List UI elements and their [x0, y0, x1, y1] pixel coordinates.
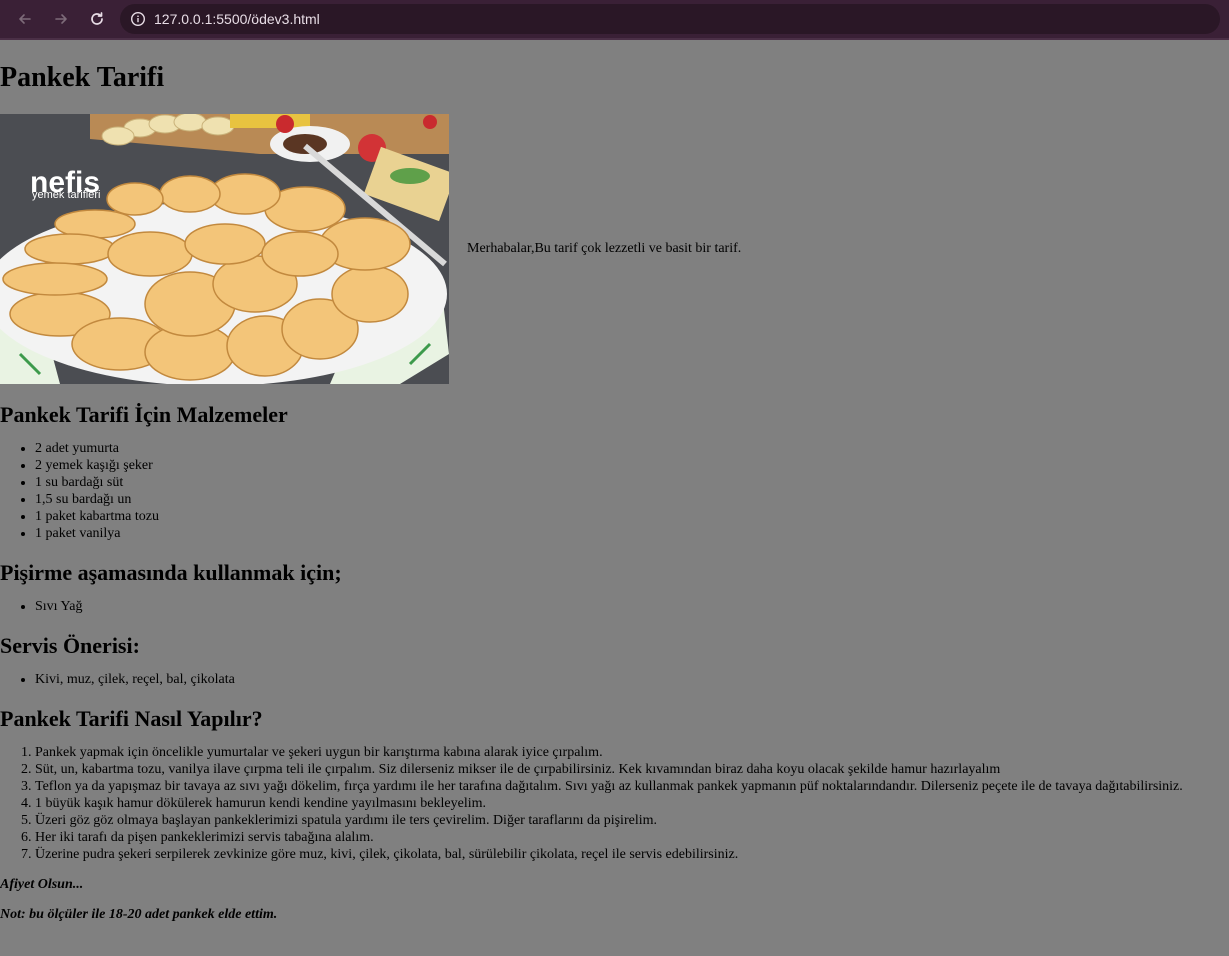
url-text[interactable]: 127.0.0.1:5500/ödev3.html — [154, 11, 320, 27]
page-title: Pankek Tarifi — [0, 62, 165, 93]
logo-subtext: yemek tarifleri — [32, 189, 100, 201]
intro-row: nefis yemek tarifleri Merhabalar,Bu tari… — [0, 114, 1229, 384]
forward-button[interactable] — [44, 3, 78, 35]
step-item: Üzeri göz göz olmaya başlayan pankekleri… — [35, 812, 1229, 829]
info-icon[interactable] — [130, 11, 146, 27]
steps-list: Pankek yapmak için öncelikle yumurtalar … — [0, 744, 1229, 863]
step-item: Teflon ya da yapışmaz bir tavaya az sıvı… — [35, 778, 1229, 795]
list-item: Kivi, muz, çilek, reçel, bal, çikolata — [35, 671, 1229, 688]
ingredients-list: 2 adet yumurta 2 yemek kaşığı şeker 1 su… — [0, 440, 1229, 542]
ingredients-heading: Pankek Tarifi İçin Malzemeler — [0, 402, 288, 427]
note-text: Not: bu ölçüler ile 18-20 adet pankek el… — [0, 907, 278, 922]
intro-text: Merhabalar,Bu tarif çok lezzetli ve basi… — [467, 241, 742, 256]
cooking-list: Sıvı Yağ — [0, 598, 1229, 615]
list-item: 1 paket vanilya — [35, 525, 1229, 542]
step-item: Üzerine pudra şekeri serpilerek zevkiniz… — [35, 846, 1229, 863]
closing-text: Afiyet Olsun... — [0, 877, 84, 892]
list-item: 2 adet yumurta — [35, 440, 1229, 457]
browser-toolbar: 127.0.0.1:5500/ödev3.html — [0, 0, 1229, 40]
reload-button[interactable] — [80, 3, 114, 35]
address-bar[interactable]: 127.0.0.1:5500/ödev3.html — [120, 4, 1220, 34]
serving-heading: Servis Önerisi: — [0, 633, 140, 658]
step-item: Pankek yapmak için öncelikle yumurtalar … — [35, 744, 1229, 761]
back-button[interactable] — [8, 3, 42, 35]
arrow-left-icon — [19, 14, 31, 24]
step-item: 1 büyük kaşık hamur dökülerek hamurun ke… — [35, 795, 1229, 812]
pancake-photo: nefis yemek tarifleri — [0, 114, 449, 384]
step-item: Süt, un, kabartma tozu, vanilya ilave çı… — [35, 761, 1229, 778]
arrow-right-icon — [55, 14, 67, 24]
serving-list: Kivi, muz, çilek, reçel, bal, çikolata — [0, 671, 1229, 688]
list-item: 1 su bardağı süt — [35, 474, 1229, 491]
reload-icon — [91, 12, 103, 25]
list-item: 1 paket kabartma tozu — [35, 508, 1229, 525]
steps-heading: Pankek Tarifi Nasıl Yapılır? — [0, 706, 263, 731]
list-item: 2 yemek kaşığı şeker — [35, 457, 1229, 474]
page-content: Pankek Tarifi nefis yemek tarifleri Merh… — [0, 62, 1229, 923]
list-item: 1,5 su bardağı un — [35, 491, 1229, 508]
step-item: Her iki tarafı da pişen pankeklerimizi s… — [35, 829, 1229, 846]
cooking-heading: Pişirme aşamasında kullanmak için; — [0, 560, 342, 585]
list-item: Sıvı Yağ — [35, 598, 1229, 615]
